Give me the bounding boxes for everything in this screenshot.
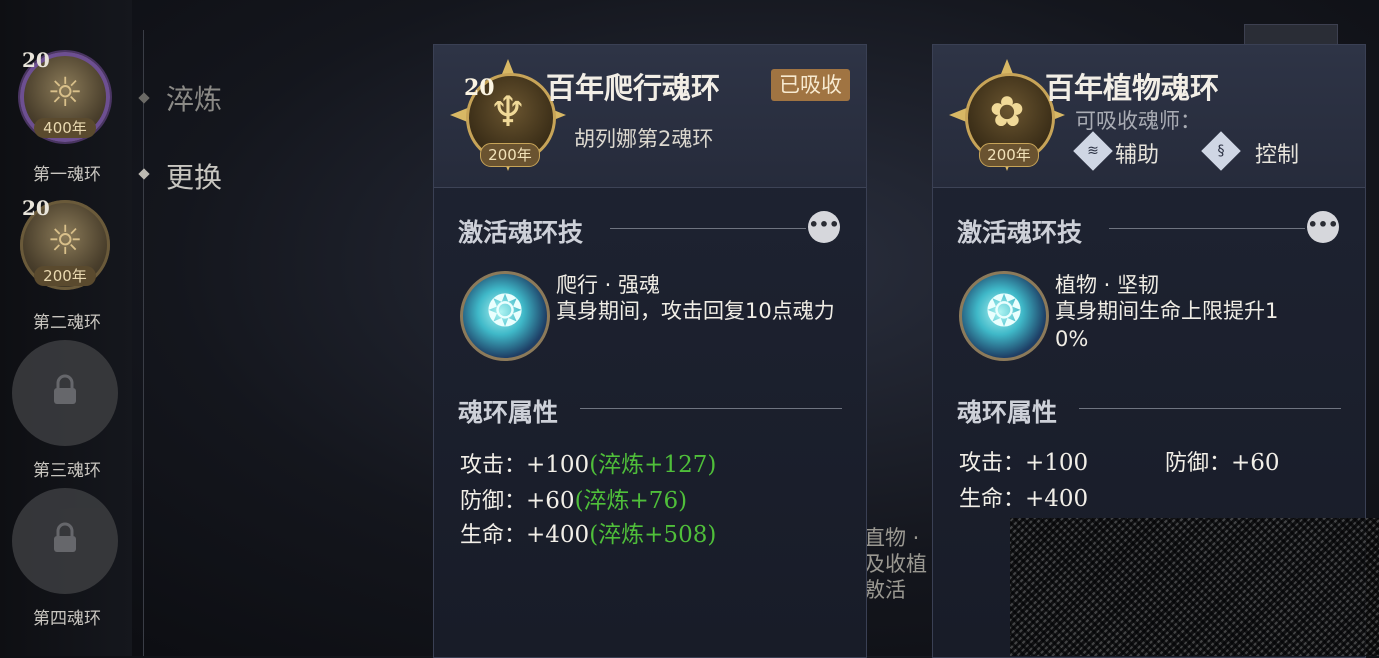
sidebar-divider [143,30,144,656]
ring-name-4: 第四魂环 [33,609,101,629]
stat-attack: 攻击：+100 [959,450,1089,476]
stat-attack: 攻击：+100(淬炼+127) [460,452,717,478]
ring-creature-icon: ☼ [47,218,83,264]
stat-defense: 防御：+60 [1165,450,1280,476]
stat-hp: 生命：+400(淬炼+508) [460,522,717,548]
more-button[interactable]: ••• [1307,211,1339,243]
skill-section-title: 激活魂环技 [957,218,1083,247]
background-text: 敫活 [864,578,906,602]
attr-section-title: 魂环属性 [458,398,559,427]
skill-description: 真身期间，攻击回复10点魂力 [556,299,835,323]
ring-name-2: 第二魂环 [33,313,101,333]
lotus-icon: ✿ [989,87,1025,136]
skill-section-title: 激活魂环技 [458,218,584,247]
ring-level: 20 [464,75,495,101]
ring-title: 百年爬行魂环 [546,71,721,105]
skill-icon: ❂ [959,271,1049,361]
stat-hp: 生命：+400 [959,486,1089,512]
skill-name: 爬行 · 强魂 [556,273,661,297]
nav-marker [138,92,150,104]
nav-marker-active [138,168,150,180]
attr-section-title: 魂环属性 [957,398,1058,427]
ring-level: 20 [22,196,50,220]
ring-years: 200年 [979,143,1039,167]
skill-description: 真身期间生命上限提升1 0% [1055,299,1279,351]
stat-defense: 防御：+60(淬炼+76) [460,488,688,514]
soul-ring-medal: ♆ 20 200年 [450,59,566,171]
ring-name-3: 第三魂环 [33,461,101,481]
ring-owner: 胡列娜第2魂环 [574,127,714,151]
support-role-icon: ≋ [1073,131,1113,171]
skill-icon: ❂ [460,271,550,361]
ring-slot-3[interactable] [12,340,118,446]
ring-years: 200年 [480,143,540,167]
ring-slot-4[interactable] [12,488,118,594]
role-support: 辅助 [1115,143,1160,168]
absorber-label: 可吸收魂师： [1075,109,1201,133]
role-control: 控制 [1255,143,1300,168]
nav-replace[interactable]: 更换 [166,156,222,196]
section-divider [1109,228,1305,229]
ring-years: 200年 [34,266,96,286]
ring-years: 400年 [34,118,96,138]
absorbed-badge: 已吸收 [771,69,850,101]
section-divider [580,408,842,409]
noise-overlay [1010,518,1379,656]
lock-icon [54,522,76,552]
more-button[interactable]: ••• [808,211,840,243]
ring-title: 百年植物魂环 [1045,71,1220,105]
card-header: ♆ 20 200年 百年爬行魂环 已吸收 胡列娜第2魂环 [434,45,866,188]
skill-name: 植物 · 坚韧 [1055,273,1160,297]
soul-ring-card-current: ♆ 20 200年 百年爬行魂环 已吸收 胡列娜第2魂环 激活魂环技 ••• ❂… [433,44,867,658]
ring-level: 20 [22,48,50,72]
control-role-icon: § [1201,131,1241,171]
ring-name-1: 第一魂环 [33,165,101,185]
section-divider [1079,408,1341,409]
section-divider [610,228,806,229]
soul-ring-medal: ✿ 200年 [949,59,1065,171]
nav-refine[interactable]: 淬炼 [166,78,222,118]
lock-icon [54,374,76,404]
card-header: ✿ 200年 百年植物魂环 可吸收魂师： ≋ 辅助 § 控制 [933,45,1365,188]
ring-creature-icon: ☼ [47,70,83,116]
